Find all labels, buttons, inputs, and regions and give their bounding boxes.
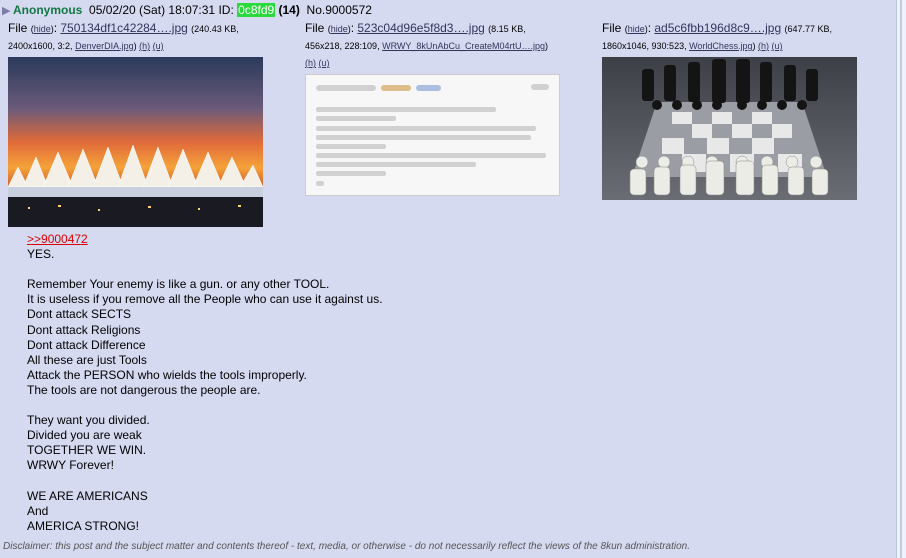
poster-id[interactable]: 0c8fd9 xyxy=(237,3,276,17)
post-text-line xyxy=(27,474,383,489)
thumbnail-world-chess[interactable] xyxy=(602,57,857,200)
file-link[interactable]: ad5c6fbb196d8c9….jpg xyxy=(654,21,781,35)
hide-link[interactable]: hide xyxy=(331,24,348,34)
post-intro: ▶ Anonymous 05/02/20 (Sat) 18:07:31 ID: 0… xyxy=(2,3,372,19)
post-text-line xyxy=(27,262,383,277)
post-number[interactable]: No.9000572 xyxy=(307,3,372,17)
quote-link[interactable]: >>9000472 xyxy=(27,232,88,246)
post-text-line: And xyxy=(27,503,49,518)
post-text-line: WE ARE AMERICANS xyxy=(27,488,148,503)
disclaimer: Disclaimer: this post and the subject ma… xyxy=(3,541,690,552)
hash-link[interactable]: (h) xyxy=(305,58,316,68)
file-size: 240.43 KB, xyxy=(194,24,239,34)
right-border-line xyxy=(900,0,902,558)
file-info-3: File (hide): ad5c6fbb196d8c9….jpg (647.7… xyxy=(602,21,833,51)
post-text-line: All these are just Tools xyxy=(27,352,147,367)
post-text-line: Remember Your enemy is like a gun. or an… xyxy=(27,277,330,292)
post-date: 05/02/20 (Sat) 18:07:31 xyxy=(89,3,216,17)
file-size: 8.15 KB, xyxy=(491,24,526,34)
file-dims: 456x218, 228:109, xyxy=(305,41,380,51)
file-link[interactable]: 523c04d96e5f8d3….jpg xyxy=(357,21,484,35)
file-label: File xyxy=(305,21,325,35)
file-label: File xyxy=(602,21,622,35)
hash-link[interactable]: (h) xyxy=(139,41,150,51)
post-text-line: TOGETHER WE WIN. xyxy=(27,443,147,458)
post-text-line: Divided you are weak xyxy=(27,428,142,443)
post-text-line: They want you divided. xyxy=(27,413,150,428)
file-size: 647.77 KB, xyxy=(787,24,833,34)
post-text-line: AMERICA STRONG! xyxy=(27,518,140,533)
original-filename-link[interactable]: WorldChess.jpg xyxy=(689,41,752,51)
file-label: File xyxy=(8,21,28,35)
post-text-line: Dont attack Difference xyxy=(27,337,146,352)
hash-link[interactable]: (h) xyxy=(758,41,769,51)
hide-link[interactable]: hide xyxy=(628,24,645,34)
post-text-line xyxy=(27,398,383,413)
post-menu-triangle-icon[interactable]: ▶ xyxy=(2,4,13,19)
id-label: ID: xyxy=(218,3,234,17)
original-filename-link[interactable]: DenverDIA.jpg xyxy=(75,41,134,51)
upload-link[interactable]: (u) xyxy=(319,58,330,68)
post-text-line: WRWY Forever! xyxy=(27,458,114,473)
file-dims: 2400x1600, 3:2, xyxy=(8,41,73,51)
upload-link[interactable]: (u) xyxy=(153,41,164,51)
post-container: ▶ Anonymous 05/02/20 (Sat) 18:07:31 ID: 0… xyxy=(0,0,897,558)
post-text-line: It is useless if you remove all the Peop… xyxy=(27,292,383,307)
thumbnail-denver-airport[interactable] xyxy=(8,57,263,227)
post-text-line: Dont attack Religions xyxy=(27,322,141,337)
hide-link[interactable]: hide xyxy=(34,24,51,34)
file-info-2: File (hide): 523c04d96e5f8d3….jpg (8.15 … xyxy=(305,21,548,68)
original-filename-link[interactable]: WRWY_8kUnAbCu_CreateM04rtU….jpg xyxy=(382,41,545,51)
poster-name: Anonymous xyxy=(13,3,83,17)
file-info-1: File (hide): 750134df1c42284….jpg (240.4… xyxy=(8,21,239,51)
upload-link[interactable]: (u) xyxy=(771,41,782,51)
file-dims: 1860x1046, 930:523, xyxy=(602,41,687,51)
post-text-line: YES. xyxy=(27,247,55,262)
file-link[interactable]: 750134df1c42284….jpg xyxy=(60,21,187,35)
post-count: (14) xyxy=(278,3,300,17)
post-text-line: Dont attack SECTS xyxy=(27,307,132,322)
post-text-line: The tools are not dangerous the people a… xyxy=(27,382,261,397)
post-body: >>9000472 YES. Remember Your enemy is li… xyxy=(27,232,383,534)
thumbnail-blurred-screenshot[interactable] xyxy=(305,74,560,196)
post-text: YES. Remember Your enemy is like a gun. … xyxy=(27,247,383,534)
post-text-line: Attack the PERSON who wields the tools i… xyxy=(27,367,307,382)
